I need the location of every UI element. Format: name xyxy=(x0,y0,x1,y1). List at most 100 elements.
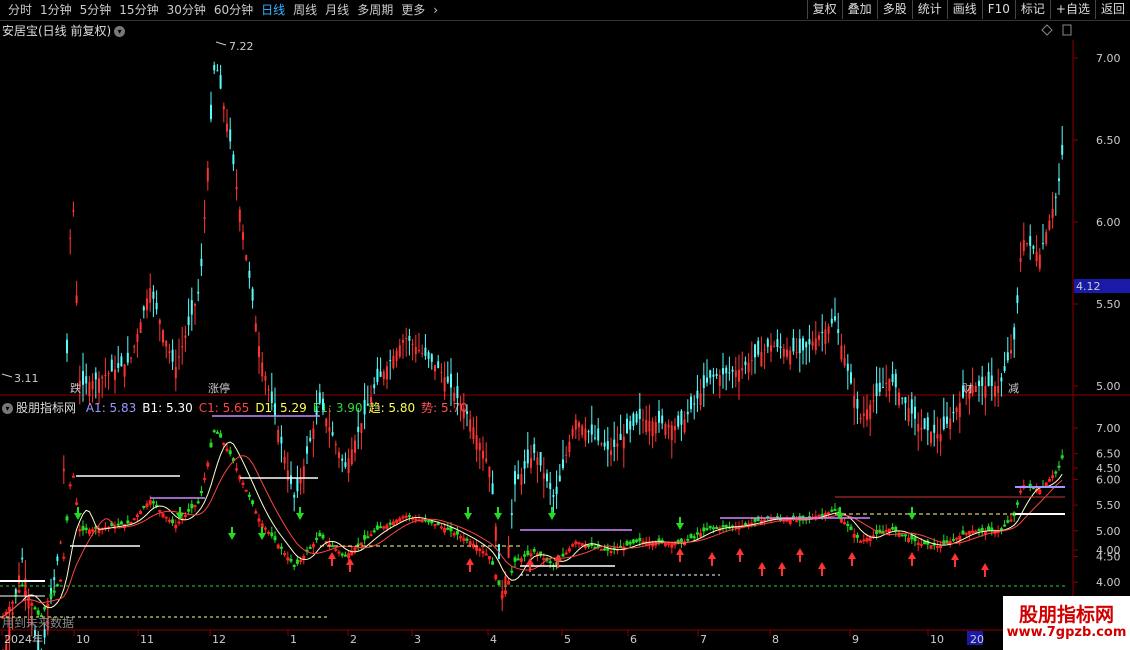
candle-body xyxy=(210,104,212,120)
ind-candle-body xyxy=(215,431,219,434)
candle-body xyxy=(104,374,107,377)
candle-body xyxy=(942,416,945,429)
ind-candle-body xyxy=(481,551,485,554)
candle-body xyxy=(162,330,164,343)
candle-body xyxy=(430,354,433,362)
candle-body xyxy=(376,368,379,383)
candle-body xyxy=(152,291,155,299)
candle-body xyxy=(645,420,648,433)
candle-body xyxy=(770,345,772,352)
ind-candle-body xyxy=(939,545,943,549)
candle-body xyxy=(382,371,385,380)
candle-body xyxy=(859,417,862,420)
ind-candle-body xyxy=(145,503,149,508)
candle-body xyxy=(418,349,420,352)
candle-body xyxy=(200,258,203,267)
candle-body xyxy=(456,386,459,399)
kline-chart[interactable]: 7.006.506.005.505.004.504.003.507.006.50… xyxy=(0,0,1130,650)
candle-body xyxy=(328,427,331,432)
ind-candle-body xyxy=(599,548,603,551)
candle-body xyxy=(357,426,360,432)
sell-arrow xyxy=(296,513,304,520)
candle-body xyxy=(558,475,561,482)
candle-body xyxy=(277,429,280,443)
candle-body xyxy=(414,346,417,355)
ind-candle-body xyxy=(196,501,200,504)
candle-body xyxy=(738,369,740,382)
candle-body xyxy=(613,439,616,448)
ind-candle-body xyxy=(625,541,629,546)
ind-candle-body xyxy=(68,484,72,487)
candle-body xyxy=(293,494,296,498)
buy-arrow xyxy=(778,562,786,569)
ind-candle-body xyxy=(951,538,955,541)
candle-body xyxy=(766,339,769,347)
candle-body xyxy=(846,363,849,371)
ind-candle-body xyxy=(577,542,581,545)
candle-body xyxy=(184,335,187,338)
ind-candle-body xyxy=(379,526,383,529)
ind-candle-body xyxy=(945,540,949,543)
candle-body xyxy=(530,458,532,468)
buy-arrow xyxy=(908,552,916,559)
candle-body xyxy=(405,337,408,340)
candle-body xyxy=(229,129,232,142)
candle-body xyxy=(1006,352,1009,361)
candle-body xyxy=(434,364,436,372)
candle-body xyxy=(584,428,587,441)
ind-candle-body xyxy=(587,544,591,547)
candle-body xyxy=(347,458,350,473)
candle-body xyxy=(514,471,516,485)
candle-body xyxy=(350,449,353,465)
ind-candle-body xyxy=(500,595,504,598)
maximize-icon xyxy=(1062,24,1072,36)
ind-candle-body xyxy=(366,536,370,539)
candle-body xyxy=(443,377,446,392)
candle-body xyxy=(213,65,216,71)
candle-body xyxy=(197,291,200,294)
event-marker: 涨停 xyxy=(208,381,230,395)
ind-candle-body xyxy=(247,494,251,497)
ind-candle-body xyxy=(43,607,47,610)
candle-body xyxy=(933,424,936,433)
candle-body xyxy=(741,367,744,371)
ind-candle-body xyxy=(603,548,607,551)
candle-body xyxy=(462,408,465,419)
candle-body xyxy=(174,366,177,379)
candle-body xyxy=(248,270,251,278)
candle-body xyxy=(165,340,168,347)
ind-candle-body xyxy=(407,515,411,518)
candle-body xyxy=(654,422,657,434)
candle-body xyxy=(286,470,289,481)
watermark: 股朋指标网 www.7gpzb.com xyxy=(1003,596,1130,650)
candle-body xyxy=(1013,327,1016,340)
ind-candle-body xyxy=(142,505,146,508)
candle-body xyxy=(139,322,142,334)
candle-body xyxy=(635,413,638,423)
candle-body xyxy=(811,341,814,346)
candle-body xyxy=(101,376,104,379)
candle-body xyxy=(238,209,241,222)
ind-candle-body xyxy=(977,529,981,532)
candle-body xyxy=(232,154,235,165)
ind-candle-body xyxy=(510,570,514,573)
candle-body xyxy=(926,417,929,431)
candle-body xyxy=(590,424,593,435)
watermark-url: www.7gpzb.com xyxy=(1006,625,1127,640)
buy-arrow xyxy=(981,563,989,570)
candle-body xyxy=(427,352,430,359)
ind-candle-body xyxy=(692,536,696,539)
ind-candle-body xyxy=(987,526,991,531)
ind-candle-body xyxy=(955,537,959,540)
ind-candle-body xyxy=(23,591,27,596)
candle-body xyxy=(146,298,148,311)
candle-body xyxy=(1038,254,1041,269)
ind-candle-body xyxy=(347,553,351,559)
ind-candle-body xyxy=(84,527,88,531)
candle-body xyxy=(686,411,689,415)
ind-candle-body xyxy=(631,539,635,544)
ind-candle-body xyxy=(849,526,853,530)
candle-body xyxy=(370,396,372,403)
ind-candle-body xyxy=(971,530,975,534)
candle-body xyxy=(661,415,664,424)
